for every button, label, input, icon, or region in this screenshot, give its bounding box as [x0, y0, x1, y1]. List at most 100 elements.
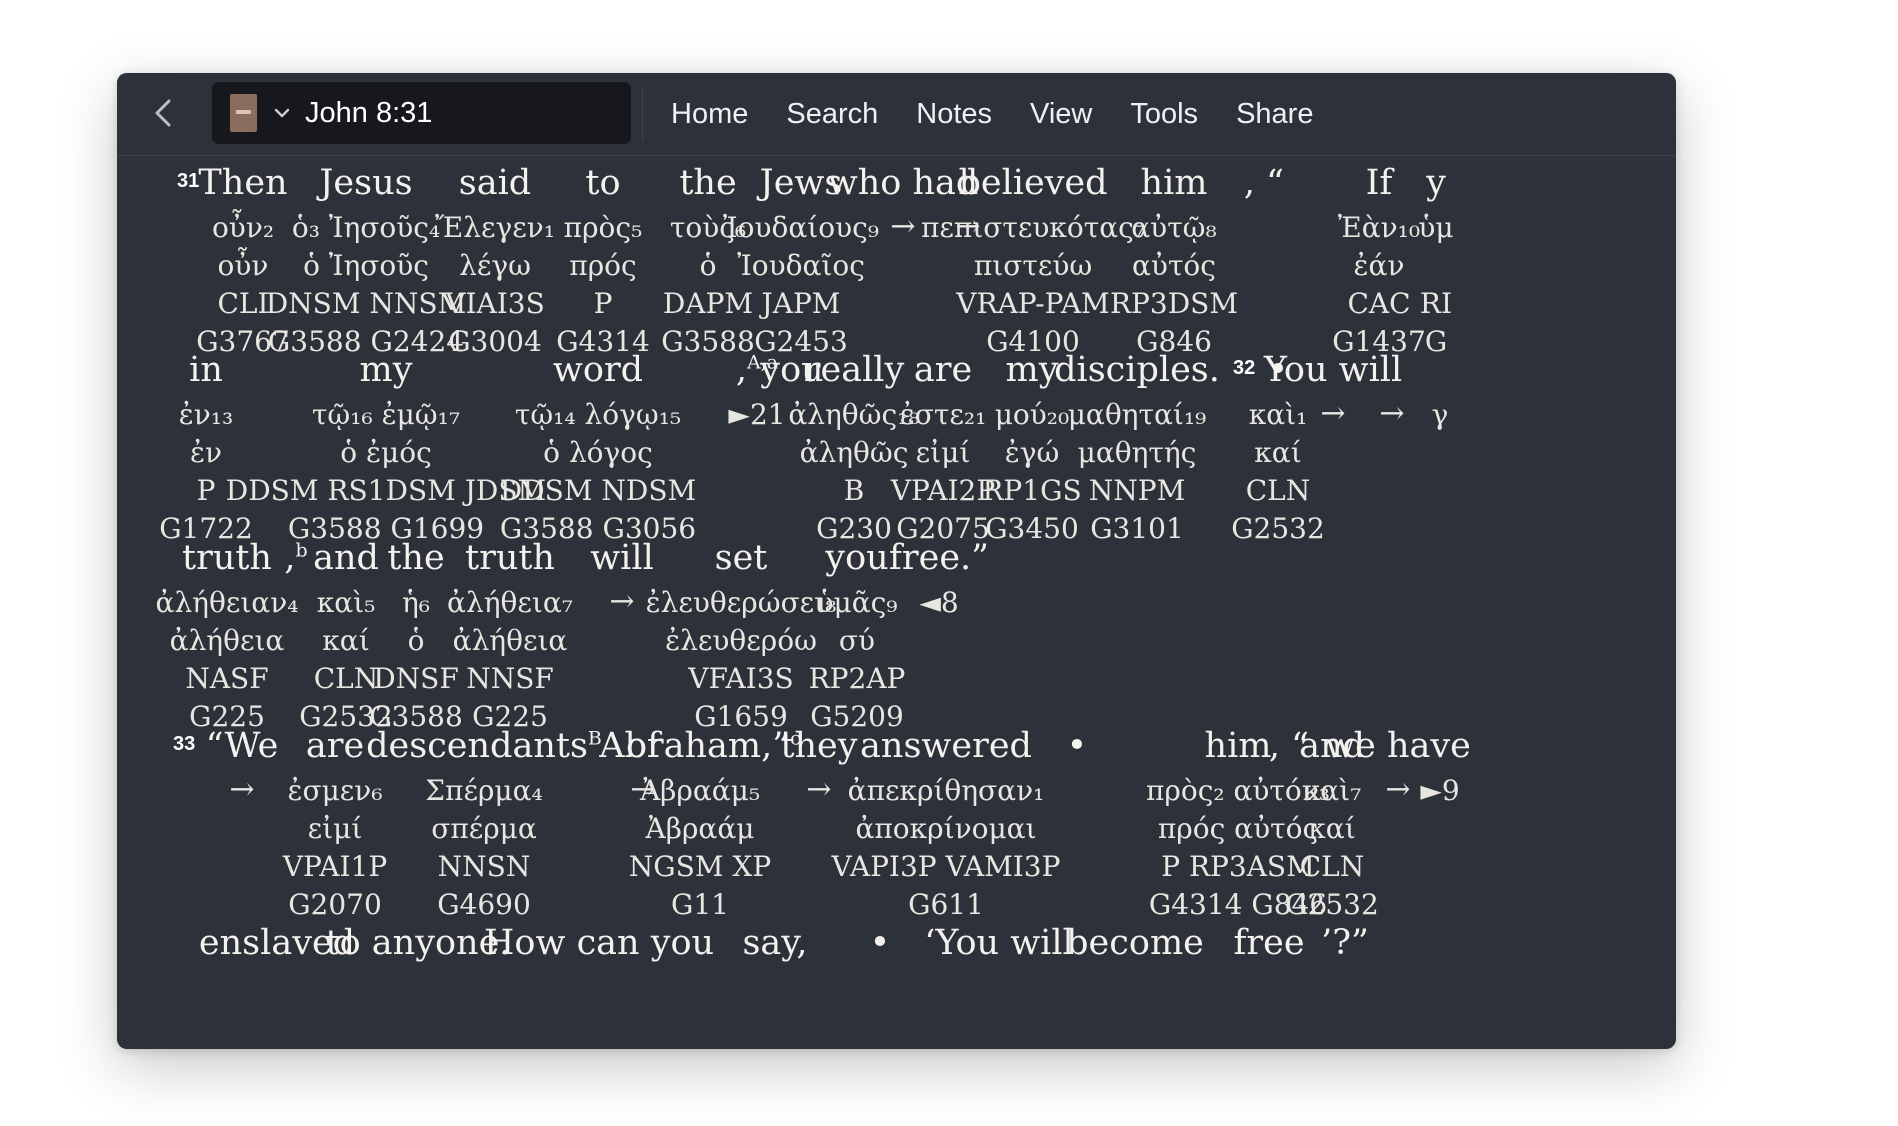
greek-word: Σπέρμα₄: [425, 774, 543, 807]
english-word[interactable]: become: [1066, 926, 1204, 961]
greek-word: γ: [1431, 398, 1449, 431]
greek-lemma: οὖν: [217, 249, 269, 282]
english-word[interactable]: answered: [860, 729, 1032, 764]
morphology-code: RI: [1419, 287, 1453, 320]
english-word[interactable]: my: [1006, 353, 1059, 388]
greek-lemma: εἰμί: [915, 436, 971, 469]
english-word[interactable]: y: [1426, 166, 1446, 201]
english-word[interactable]: to: [585, 166, 620, 201]
verse-number[interactable]: 32: [1233, 357, 1255, 380]
english-word[interactable]: him: [1141, 166, 1208, 201]
verse-number[interactable]: 31: [177, 170, 199, 193]
english-word[interactable]: truth: [182, 541, 272, 576]
english-word[interactable]: How can you: [484, 926, 714, 961]
english-word[interactable]: say,: [742, 926, 807, 961]
greek-word: τῷ₁₆ ἐμῷ₁₇: [311, 398, 461, 431]
greek-word: ►9: [1420, 774, 1460, 807]
greek-lemma: πρός: [569, 249, 637, 282]
greek-lemma: πιστεύω: [973, 249, 1093, 282]
english-word[interactable]: “We: [206, 729, 279, 764]
toolbar: John 8:31 Home Search Notes View Tools S…: [117, 73, 1676, 156]
english-word[interactable]: in: [189, 353, 223, 388]
english-word[interactable]: ’?”: [1321, 926, 1369, 961]
english-word[interactable]: •: [1067, 729, 1088, 764]
greek-lemma: ἀλήθεια: [169, 624, 285, 657]
greek-lemma: ὁ Ἰησοῦς: [303, 249, 429, 282]
morphology-code: NNSF: [466, 662, 554, 695]
greek-lemma: Ἀβραάμ: [645, 812, 755, 845]
morphology-code: CLN: [1245, 474, 1311, 507]
menu-tools[interactable]: Tools: [1130, 98, 1198, 131]
english-word[interactable]: If: [1366, 166, 1393, 201]
morphology-code: NASF: [185, 662, 269, 695]
english-word[interactable]: Then: [198, 166, 287, 201]
strongs-number: G: [1424, 325, 1448, 358]
english-word[interactable]: who had: [828, 166, 979, 201]
word-order-arrow: →: [806, 772, 832, 807]
english-word[interactable]: to anyone.: [326, 926, 511, 961]
morphology-code: VAPI3P VAMI3P: [831, 850, 1061, 883]
english-word[interactable]: my: [360, 353, 413, 388]
morphology-code: NGSM XP: [628, 850, 772, 883]
english-word[interactable]: Abraham,”c: [599, 729, 801, 764]
word-order-arrow: →: [229, 772, 255, 807]
english-word[interactable]: truth: [465, 541, 555, 576]
greek-lemma: ἀλήθεια: [452, 624, 568, 657]
greek-lemma: ἀποκρίνομαι: [855, 812, 1037, 845]
footnote-marker[interactable]: b: [295, 539, 307, 561]
english-word[interactable]: and: [313, 541, 379, 576]
english-word[interactable]: free: [1233, 926, 1304, 961]
greek-word: ὁ₃ Ἰησοῦς₄: [291, 211, 441, 244]
english-word[interactable]: are: [914, 353, 972, 388]
english-word[interactable]: said: [459, 166, 531, 201]
menu-search[interactable]: Search: [786, 98, 878, 131]
english-word[interactable]: ,b: [284, 541, 307, 576]
interlinear-line: [117, 156, 1676, 157]
greek-lemma: λέγω: [459, 249, 531, 282]
greek-lemma: ἐάν: [1353, 249, 1405, 282]
english-word[interactable]: believed: [958, 166, 1107, 201]
greek-lemma: σπέρμα: [431, 812, 537, 845]
english-word[interactable]: disciples.: [1054, 353, 1220, 388]
main-menu: Home Search Notes View Tools Share: [671, 73, 1351, 155]
english-word[interactable]: , “: [1244, 166, 1284, 201]
greek-word: ἀλήθειαν₄: [155, 586, 299, 619]
menu-view[interactable]: View: [1030, 98, 1092, 131]
english-word[interactable]: •: [870, 926, 891, 961]
greek-word: καὶ₅: [316, 586, 376, 619]
morphology-code: CLN: [1299, 850, 1365, 883]
strongs-number: G3450: [985, 512, 1079, 545]
menu-notes[interactable]: Notes: [916, 98, 992, 131]
morphology-code: DDSM NDSM: [499, 474, 697, 507]
menu-home[interactable]: Home: [671, 98, 748, 131]
back-button[interactable]: [145, 93, 185, 133]
morphology-code: NNPM: [1088, 474, 1186, 507]
english-word[interactable]: descendantsB: [366, 729, 602, 764]
morphology-code: VPAI1P: [282, 850, 388, 883]
verse-number[interactable]: 33: [173, 733, 195, 756]
english-word[interactable]: the: [387, 541, 444, 576]
greek-word: Ἰουδαίους₉: [723, 211, 879, 244]
morphology-code: VIAI3S: [445, 287, 545, 320]
english-word[interactable]: Jesus: [319, 166, 412, 201]
greek-word: ἐν₁₃: [178, 398, 234, 431]
english-word[interactable]: are: [306, 729, 364, 764]
menu-share[interactable]: Share: [1236, 98, 1313, 131]
english-word[interactable]: will: [590, 541, 654, 576]
english-word[interactable]: really: [804, 353, 904, 388]
word-order-arrow: →: [1385, 772, 1411, 807]
english-word[interactable]: you: [825, 541, 888, 576]
chevron-down-icon: [274, 108, 290, 118]
english-word[interactable]: we have: [1325, 729, 1471, 764]
english-word[interactable]: free.”: [889, 541, 989, 576]
english-word[interactable]: ‘You will: [924, 926, 1073, 961]
english-word[interactable]: they: [780, 729, 857, 764]
english-word[interactable]: the: [679, 166, 736, 201]
english-word[interactable]: set: [715, 541, 768, 576]
english-word[interactable]: You will: [1264, 353, 1402, 388]
greek-word: ἐσμεν₆: [287, 774, 383, 807]
english-word[interactable]: word: [553, 353, 643, 388]
english-word[interactable]: him: [1205, 729, 1272, 764]
passage-picker[interactable]: John 8:31: [212, 82, 631, 144]
morphology-code: RP1GS: [982, 474, 1082, 507]
